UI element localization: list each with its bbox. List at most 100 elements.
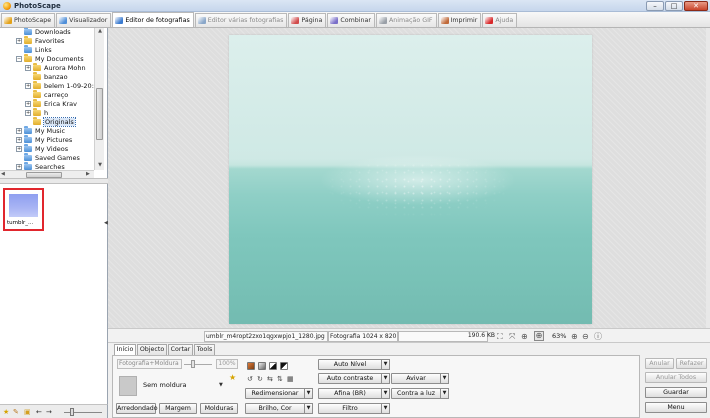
tree-horizontal-scrollbar[interactable]: ◀ ▶ xyxy=(0,170,94,178)
zoom-out-icon[interactable]: ⊖ xyxy=(582,332,589,341)
tree-item[interactable]: banzao xyxy=(25,72,68,81)
favorite-frame-icon[interactable]: ★ xyxy=(229,373,236,382)
expand-icon[interactable]: + xyxy=(16,136,22,143)
expand-icon[interactable]: + xyxy=(16,145,22,152)
backlight-button[interactable]: Contra a luz xyxy=(391,388,441,399)
tree-item[interactable]: + h xyxy=(25,108,48,117)
tree-item[interactable]: Originals xyxy=(25,116,76,127)
scroll-left-icon[interactable]: ◀ xyxy=(1,171,5,177)
tree-vertical-scrollbar[interactable]: ▲ ▼ xyxy=(94,28,104,170)
tab-help[interactable]: Ajuda xyxy=(482,13,518,27)
tab-photoscape[interactable]: PhotoScape xyxy=(1,13,56,27)
expand-icon[interactable]: + xyxy=(25,64,31,71)
tree-item[interactable]: + My Videos xyxy=(16,144,68,153)
photo-frame-select[interactable]: Fotografia+Moldura xyxy=(117,359,182,369)
scroll-down-icon[interactable]: ▼ xyxy=(95,162,105,168)
back-arrow-icon[interactable]: ← xyxy=(36,408,42,416)
rotate-right-icon[interactable]: ↻ xyxy=(257,375,263,383)
frame-percent[interactable]: 100% xyxy=(216,359,238,369)
expand-icon[interactable]: + xyxy=(25,109,31,116)
frame-dropdown-icon[interactable]: ▼ xyxy=(219,382,223,388)
tab-combine[interactable]: Combinar xyxy=(327,13,375,27)
full-screen-icon[interactable]: ⛶ xyxy=(497,332,503,341)
expand-icon[interactable]: + xyxy=(16,127,22,134)
frame-name[interactable]: Sem moldura xyxy=(143,381,187,389)
frames-button[interactable]: Molduras xyxy=(200,403,238,414)
undo-button[interactable]: Anular xyxy=(645,358,674,369)
auto-level-dropdown[interactable]: ▼ xyxy=(381,359,390,370)
tab-editor[interactable]: Editor de fotografias xyxy=(112,12,194,27)
brightness-color-button[interactable]: Brilho, Cor xyxy=(245,403,305,414)
contrast-icon[interactable] xyxy=(269,362,277,370)
collapse-icon[interactable]: − xyxy=(16,55,22,62)
auto-level-button[interactable]: Auto Nível xyxy=(318,359,382,370)
tree-item[interactable]: + belem 1-09-20: xyxy=(25,81,94,90)
tree-item[interactable]: Downloads xyxy=(16,28,71,36)
frame-slider[interactable] xyxy=(184,364,212,365)
save-button[interactable]: Guardar xyxy=(645,387,707,398)
flip-vertical-icon[interactable]: ⇅ xyxy=(277,375,283,383)
fit-icon[interactable]: ⤧ xyxy=(509,332,515,341)
enliven-dropdown[interactable]: ▼ xyxy=(440,373,449,384)
zoom-in-icon[interactable]: ⊕ xyxy=(571,332,578,341)
close-button[interactable]: ✕ xyxy=(684,1,708,11)
tree-item[interactable]: + Erica Krav xyxy=(25,99,77,108)
mosaic-icon[interactable]: ▦ xyxy=(287,375,294,383)
redo-button[interactable]: Refazer xyxy=(676,358,707,369)
tree-item[interactable]: carreço xyxy=(25,90,68,99)
folder-tree[interactable]: Downloads + Favorites Links − My Documents + Au… xyxy=(0,28,108,178)
expand-icon[interactable]: + xyxy=(16,37,22,44)
tone-gray-icon[interactable] xyxy=(258,362,266,370)
auto-contrast-dropdown[interactable]: ▼ xyxy=(381,373,390,384)
scroll-up-icon[interactable]: ▲ xyxy=(95,28,105,34)
tab-print[interactable]: Imprimir xyxy=(437,13,482,27)
tree-item[interactable]: Links xyxy=(16,45,52,54)
minimize-button[interactable]: – xyxy=(646,1,664,11)
sea-photo[interactable] xyxy=(229,35,592,324)
tree-item[interactable]: + Aurora Mohn xyxy=(25,63,86,72)
forward-arrow-icon[interactable]: → xyxy=(46,408,52,416)
backlight-dropdown[interactable]: ▼ xyxy=(440,388,449,399)
thumbnail-size-knob[interactable] xyxy=(70,408,74,416)
auto-contrast-button[interactable]: Auto contraste xyxy=(318,373,382,384)
tree-item[interactable]: Saved Games xyxy=(16,153,80,162)
link-icon[interactable]: ✎ xyxy=(13,408,19,416)
tree-scroll-thumb[interactable] xyxy=(96,88,103,140)
tab-gif[interactable]: Animação GIF xyxy=(375,13,437,27)
menu-button[interactable]: Menu xyxy=(645,402,707,413)
frame-preview[interactable] xyxy=(119,376,137,396)
tab-batch-editor[interactable]: Editor várias fotografias xyxy=(194,13,288,27)
filter-button[interactable]: Filtro xyxy=(318,403,382,414)
invert-icon[interactable] xyxy=(280,362,288,370)
undo-all-button[interactable]: Anular Todos xyxy=(645,372,707,383)
frame-slider-knob[interactable] xyxy=(191,360,195,368)
resize-button[interactable]: Redimensionar xyxy=(245,388,305,399)
maximize-button[interactable]: □ xyxy=(665,1,683,11)
tab-cortar[interactable]: Cortar xyxy=(168,344,193,355)
actual-size-icon[interactable]: ⊕ xyxy=(521,332,528,341)
tab-tools[interactable]: Tools xyxy=(194,344,215,355)
thumbnail-item[interactable]: tumblr_... xyxy=(3,188,44,231)
star-icon[interactable]: ★ xyxy=(3,408,9,416)
image-viewer[interactable] xyxy=(108,28,710,328)
enliven-button[interactable]: Avivar xyxy=(391,373,441,384)
resize-dropdown[interactable]: ▼ xyxy=(304,388,313,399)
brightness-dropdown[interactable]: ▼ xyxy=(304,403,313,414)
margin-button[interactable]: Margem xyxy=(159,403,197,414)
tone-warm-icon[interactable] xyxy=(247,362,255,370)
filter-dropdown[interactable]: ▼ xyxy=(381,403,390,414)
expand-icon[interactable]: + xyxy=(25,82,31,89)
rotate-left-icon[interactable]: ↺ xyxy=(247,375,253,383)
expand-icon[interactable]: + xyxy=(25,100,31,107)
folder-open-icon[interactable]: ▣ xyxy=(24,408,31,416)
tab-objecto[interactable]: Objecto xyxy=(137,344,167,355)
sharpen-button[interactable]: Afina (BR) xyxy=(318,388,382,399)
zoom-fit-icon[interactable]: ⊕ xyxy=(534,331,544,341)
info-icon[interactable]: ⓘ xyxy=(594,332,602,341)
tree-item[interactable]: + My Music xyxy=(16,126,65,135)
expand-icon[interactable]: + xyxy=(16,163,22,170)
tab-viewer[interactable]: Visualizador xyxy=(56,13,112,27)
tree-item[interactable]: + My Pictures xyxy=(16,135,72,144)
flip-horizontal-icon[interactable]: ⇆ xyxy=(267,375,273,383)
scroll-right-icon[interactable]: ▶ xyxy=(86,171,90,177)
